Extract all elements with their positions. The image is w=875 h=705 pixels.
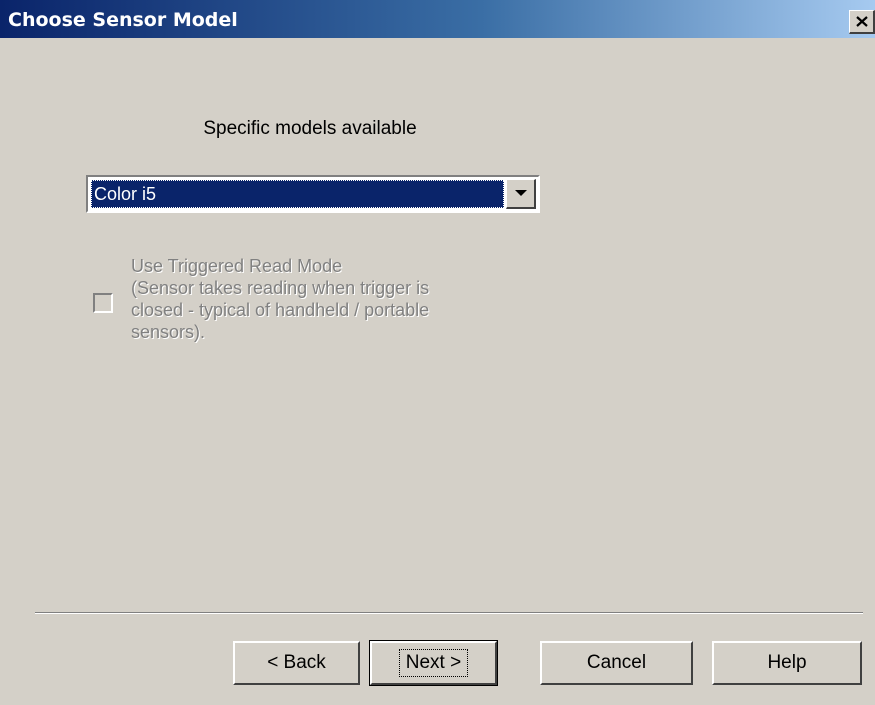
back-button[interactable]: < Back — [233, 641, 360, 685]
models-heading: Specific models available — [203, 118, 417, 139]
triggered-read-mode-label: Use Triggered Read Mode (Sensor takes re… — [131, 255, 521, 343]
next-button-label: Next > — [398, 649, 469, 677]
choose-sensor-model-dialog: Choose Sensor Model Specific models avai… — [0, 0, 875, 705]
triggered-label-line: Use Triggered Read Mode — [131, 256, 343, 276]
cancel-button[interactable]: Cancel — [540, 641, 693, 685]
dropdown-arrow-button[interactable] — [506, 179, 536, 209]
next-button[interactable]: Next > — [369, 640, 498, 686]
title-bar: Choose Sensor Model — [0, 0, 875, 38]
sensor-model-selected-value: Color i5 — [91, 180, 504, 208]
sensor-model-select[interactable]: Color i5 — [86, 175, 540, 213]
help-button[interactable]: Help — [712, 641, 862, 685]
triggered-label-line: (Sensor takes reading when trigger is — [131, 278, 430, 298]
close-button[interactable] — [849, 10, 875, 34]
footer-separator — [35, 612, 863, 614]
triggered-read-mode-checkbox[interactable] — [93, 293, 113, 313]
help-button-label: Help — [767, 652, 807, 673]
triggered-label-line: closed - typical of handheld / portable — [131, 300, 430, 320]
chevron-down-icon — [514, 190, 527, 196]
cancel-button-label: Cancel — [586, 652, 647, 673]
close-icon — [855, 16, 868, 27]
back-button-label: < Back — [267, 652, 326, 673]
triggered-label-line: sensors). — [131, 322, 206, 342]
window-title: Choose Sensor Model — [8, 9, 238, 31]
